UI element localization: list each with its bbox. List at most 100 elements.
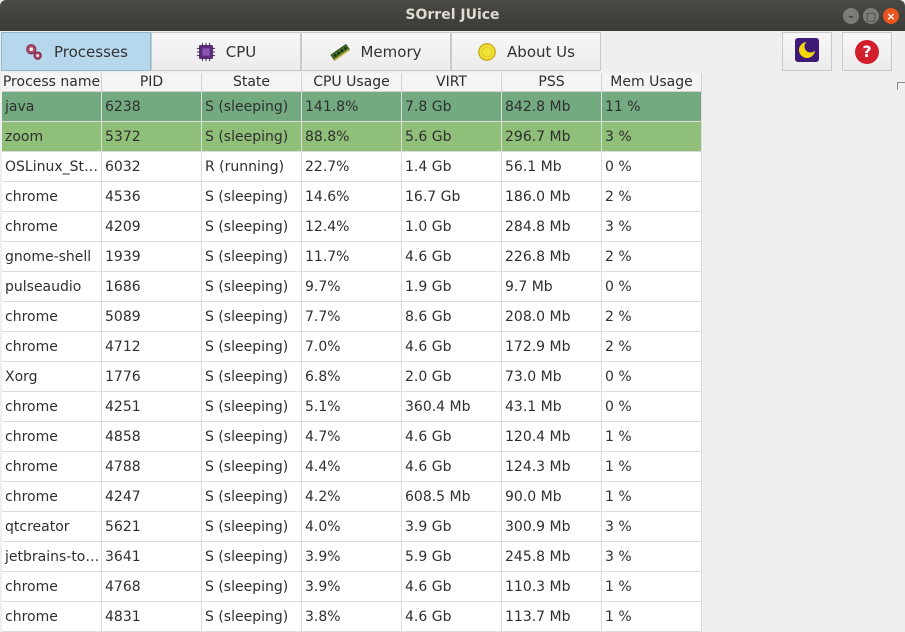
- cell-pid: 4251: [102, 392, 202, 422]
- tab-about-us[interactable]: About Us: [451, 32, 601, 71]
- table-row[interactable]: pulseaudio 1686 S (sleeping) 9.7% 1.9 Gb 9.7 …: [2, 272, 702, 302]
- table-row[interactable]: java 6238 S (sleeping) 141.8% 7.8 Gb 842.8 Mb…: [2, 92, 702, 122]
- cell-virt: 5.9 Gb: [402, 542, 502, 572]
- cell-mem-usage: 0 %: [602, 362, 702, 392]
- cell-mem-usage: 2 %: [602, 332, 702, 362]
- cell-pid: 4831: [102, 602, 202, 632]
- table-row[interactable]: chrome 4247 S (sleeping) 4.2% 608.5 Mb 90.0 M…: [2, 482, 702, 512]
- cell-state: S (sleeping): [202, 332, 302, 362]
- table-row[interactable]: chrome 4768 S (sleeping) 3.9% 4.6 Gb 110.3 Mb…: [2, 572, 702, 602]
- cell-process-name: jetbrains-toolbox: [2, 542, 102, 572]
- cell-pss: 842.8 Mb: [502, 92, 602, 122]
- table-row[interactable]: Xorg 1776 S (sleeping) 6.8% 2.0 Gb 73.0 Mb 0 %: [2, 362, 702, 392]
- cell-cpu-usage: 4.2%: [302, 482, 402, 512]
- column-header-mem-usage[interactable]: Mem Usage: [602, 73, 702, 92]
- cell-virt: 1.0 Gb: [402, 212, 502, 242]
- table-row[interactable]: chrome 5089 S (sleeping) 7.7% 8.6 Gb 208.0 Mb…: [2, 302, 702, 332]
- cell-cpu-usage: 7.7%: [302, 302, 402, 332]
- cell-cpu-usage: 22.7%: [302, 152, 402, 182]
- cell-pid: 3641: [102, 542, 202, 572]
- cell-cpu-usage: 7.0%: [302, 332, 402, 362]
- cell-pid: 6238: [102, 92, 202, 122]
- cell-pss: 226.8 Mb: [502, 242, 602, 272]
- maximize-button[interactable]: □: [863, 8, 879, 24]
- cell-state: S (sleeping): [202, 92, 302, 122]
- cell-virt: 16.7 Gb: [402, 182, 502, 212]
- cell-state: S (sleeping): [202, 272, 302, 302]
- cell-mem-usage: 1 %: [602, 572, 702, 602]
- column-header-process-name[interactable]: Process name: [2, 73, 102, 92]
- cell-pid: 5089: [102, 302, 202, 332]
- cell-process-name: chrome: [2, 452, 102, 482]
- column-header-cpu-usage[interactable]: CPU Usage: [302, 73, 402, 92]
- cell-pid: 5372: [102, 122, 202, 152]
- close-button[interactable]: ×: [883, 8, 899, 24]
- table-row[interactable]: chrome 4712 S (sleeping) 7.0% 4.6 Gb 172.9 Mb…: [2, 332, 702, 362]
- cell-cpu-usage: 3.9%: [302, 572, 402, 602]
- tab-memory-label: Memory: [360, 42, 422, 61]
- cell-state: S (sleeping): [202, 212, 302, 242]
- column-header-virt[interactable]: VIRT: [402, 73, 502, 92]
- cell-pid: 4209: [102, 212, 202, 242]
- cell-process-name: Xorg: [2, 362, 102, 392]
- cell-virt: 5.6 Gb: [402, 122, 502, 152]
- cell-pss: 208.0 Mb: [502, 302, 602, 332]
- tab-cpu[interactable]: CPU: [151, 32, 301, 71]
- cell-virt: 4.6 Gb: [402, 602, 502, 632]
- cell-state: S (sleeping): [202, 452, 302, 482]
- toolbar: Processes CPU Memory About Us ?: [0, 31, 905, 73]
- cell-virt: 360.4 Mb: [402, 392, 502, 422]
- table-row[interactable]: chrome 4536 S (sleeping) 14.6% 16.7 Gb 186.0 …: [2, 182, 702, 212]
- cell-pss: 124.3 Mb: [502, 452, 602, 482]
- cell-pss: 110.3 Mb: [502, 572, 602, 602]
- table-row[interactable]: qtcreator 5621 S (sleeping) 4.0% 3.9 Gb 300.9…: [2, 512, 702, 542]
- scroll-up-arrow-icon[interactable]: [897, 82, 905, 90]
- cell-pid: 4858: [102, 422, 202, 452]
- table-row[interactable]: OSLinux_Studio6032R (running)22.7%1.4 Gb…: [2, 152, 702, 182]
- cell-pid: 6032: [102, 152, 202, 182]
- cell-virt: 7.8 Gb: [402, 92, 502, 122]
- table-row[interactable]: chrome 4858 S (sleeping) 4.7% 4.6 Gb 120.4 Mb…: [2, 422, 702, 452]
- title-bar[interactable]: SOrrel JUice – □ ×: [0, 0, 905, 31]
- cell-pss: 43.1 Mb: [502, 392, 602, 422]
- column-header-pid[interactable]: PID: [102, 73, 202, 92]
- table-row[interactable]: chrome 4251 S (sleeping) 5.1% 360.4 Mb 43.1 M…: [2, 392, 702, 422]
- cell-state: S (sleeping): [202, 512, 302, 542]
- cell-cpu-usage: 14.6%: [302, 182, 402, 212]
- cell-mem-usage: 1 %: [602, 422, 702, 452]
- cell-mem-usage: 3 %: [602, 212, 702, 242]
- tab-processes[interactable]: Processes: [1, 32, 151, 71]
- table-row[interactable]: zoom 5372 S (sleeping) 88.8% 5.6 Gb 296.7 Mb 3…: [2, 122, 702, 152]
- tab-processes-label: Processes: [54, 42, 128, 61]
- table-row[interactable]: chrome 4209 S (sleeping) 12.4% 1.0 Gb 284.8 M…: [2, 212, 702, 242]
- cell-pss: 245.8 Mb: [502, 542, 602, 572]
- table-row[interactable]: gnome-shell 1939 S (sleeping) 11.7% 4.6 Gb 22…: [2, 242, 702, 272]
- cell-virt: 608.5 Mb: [402, 482, 502, 512]
- cell-pss: 186.0 Mb: [502, 182, 602, 212]
- cell-mem-usage: 2 %: [602, 302, 702, 332]
- column-header-state[interactable]: State: [202, 73, 302, 92]
- table-row[interactable]: chrome 4788 S (sleeping) 4.4% 4.6 Gb 124.3 Mb…: [2, 452, 702, 482]
- cell-pss: 284.8 Mb: [502, 212, 602, 242]
- tab-memory[interactable]: Memory: [301, 32, 451, 71]
- table-row[interactable]: chrome 4831 S (sleeping) 3.8% 4.6 Gb 113.7 Mb…: [2, 602, 702, 632]
- process-table[interactable]: Process name PID State CPU Usage VIRT PS…: [2, 73, 702, 632]
- cell-virt: 4.6 Gb: [402, 242, 502, 272]
- cell-process-name: pulseaudio: [2, 272, 102, 302]
- cell-mem-usage: 0 %: [602, 152, 702, 182]
- column-header-pss[interactable]: PSS: [502, 73, 602, 92]
- cell-pss: 172.9 Mb: [502, 332, 602, 362]
- cell-pid: 4768: [102, 572, 202, 602]
- cell-mem-usage: 11 %: [602, 92, 702, 122]
- cell-process-name: chrome: [2, 602, 102, 632]
- cell-virt: 1.4 Gb: [402, 152, 502, 182]
- table-row[interactable]: jetbrains-toolbox3641S (sleeping)3.9%5.9…: [2, 542, 702, 572]
- cell-state: S (sleeping): [202, 302, 302, 332]
- minimize-button[interactable]: –: [843, 8, 859, 24]
- cell-process-name: java: [2, 92, 102, 122]
- help-button[interactable]: ?: [842, 32, 892, 71]
- vertical-scrollbar[interactable]: [896, 73, 905, 631]
- theme-toggle-button[interactable]: [782, 32, 832, 71]
- cell-cpu-usage: 12.4%: [302, 212, 402, 242]
- help-icon: ?: [855, 39, 879, 64]
